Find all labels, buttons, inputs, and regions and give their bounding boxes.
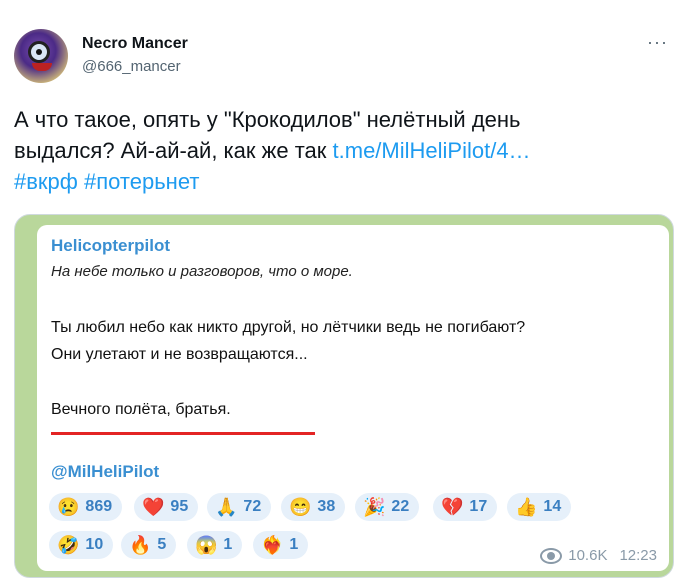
pray-emoji-icon: 🙏 [215, 496, 238, 517]
tweet-text: А что такое, опять у "Крокодилов" нелётн… [14, 104, 670, 197]
reaction-count: 14 [543, 498, 562, 515]
reaction-cry: 😢 869 [49, 493, 123, 521]
tweet-header: Necro Mancer @666_mancer ··· [14, 26, 670, 86]
thumbs-up-emoji-icon: 👍 [515, 496, 538, 517]
cry-emoji-icon: 😢 [57, 496, 80, 517]
message-meta: 10.6K 12:23 [540, 547, 657, 564]
reaction-count: 1 [289, 536, 299, 553]
reaction-scream: 😱 1 [187, 531, 243, 559]
author-name[interactable]: Necro Mancer [82, 35, 188, 53]
views-eye-icon [540, 547, 563, 564]
rofl-emoji-icon: 🤣 [57, 534, 80, 555]
hashtag-vksrf[interactable]: #вкрф [14, 169, 78, 194]
heart-on-fire-emoji-icon: ❤️‍🔥 [261, 534, 284, 555]
reaction-broken-heart: 💔 17 [433, 493, 498, 521]
reaction-pray: 🙏 72 [207, 493, 272, 521]
reaction-count: 5 [157, 536, 167, 553]
telegram-message: Helicopterpilot На небе только и разгово… [37, 225, 669, 571]
message-line-1: Ты любил небо как никто другой, но лётчи… [51, 319, 526, 336]
tweet-line-2: выдался? Ай-ай-ай, как же так t.me/MilHe… [14, 135, 670, 166]
reaction-grin: 😁 38 [281, 493, 346, 521]
tweet-line-2-text: выдался? Ай-ай-ай, как же так [14, 138, 333, 163]
avatar-mouth [32, 63, 52, 71]
fire-emoji-icon: 🔥 [129, 534, 152, 555]
tweet-link[interactable]: t.me/MilHeliPilot/4… [333, 138, 531, 163]
reaction-heart-on-fire: ❤️‍🔥 1 [253, 531, 309, 559]
avatar[interactable] [14, 29, 68, 83]
reaction-count: 72 [243, 498, 262, 515]
media-card[interactable]: Helicopterpilot На небе только и разгово… [14, 214, 674, 578]
reaction-thumbs-up: 👍 14 [507, 493, 572, 521]
hashtag-poterynet[interactable]: #потерьнет [84, 169, 199, 194]
views-count: 10.6K [568, 547, 608, 564]
reaction-count: 869 [85, 498, 113, 515]
heart-emoji-icon: ❤️ [142, 496, 165, 517]
tweet-hashtags: #вкрф #потерьнет [14, 166, 670, 197]
channel-name: Helicopterpilot [51, 236, 171, 255]
reaction-count: 22 [391, 498, 410, 515]
party-popper-emoji-icon: 🎉 [363, 496, 386, 517]
grin-emoji-icon: 😁 [289, 496, 312, 517]
reaction-count: 17 [469, 498, 488, 515]
reaction-count: 10 [85, 536, 104, 553]
message-subtitle: На небе только и разговоров, что о море. [51, 263, 353, 280]
reaction-party: 🎉 22 [355, 493, 420, 521]
reaction-heart: ❤️ 95 [134, 493, 199, 521]
reaction-count: 38 [317, 498, 336, 515]
tweet-line-1: А что такое, опять у "Крокодилов" нелётн… [14, 107, 521, 132]
more-options-icon[interactable]: ··· [647, 32, 668, 53]
broken-heart-emoji-icon: 💔 [441, 496, 464, 517]
reaction-count: 1 [223, 536, 233, 553]
reaction-fire: 🔥 5 [121, 531, 177, 559]
reaction-rofl: 🤣 10 [49, 531, 114, 559]
message-line-3: Вечного полёта, братья. [51, 401, 231, 418]
author-handle[interactable]: @666_mancer [82, 58, 181, 75]
message-time: 12:23 [619, 547, 657, 564]
scream-emoji-icon: 😱 [195, 534, 218, 555]
channel-handle: @MilHeliPilot [51, 462, 160, 481]
reaction-count: 95 [170, 498, 189, 515]
message-line-2: Они улетают и не возвращаются... [51, 346, 308, 363]
red-underline [51, 432, 315, 435]
avatar-eye [28, 41, 50, 63]
